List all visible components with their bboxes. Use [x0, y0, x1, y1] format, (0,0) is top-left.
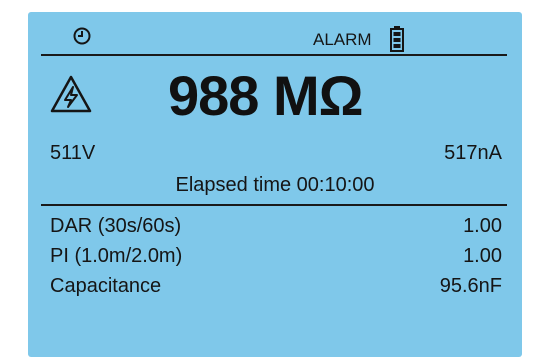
device-frame: ALARM 988 MΩ 511V 517nA Elapsed time 00:…	[0, 0, 544, 362]
resistance-reading: 988 MΩ	[168, 64, 364, 127]
result-label: DAR (30s/60s)	[50, 215, 182, 237]
status-bar: ALARM	[28, 12, 522, 54]
battery-icon	[390, 26, 404, 57]
alarm-indicator: ALARM	[313, 30, 372, 49]
elapsed-time: Elapsed time 00:10:00	[175, 174, 375, 196]
high-voltage-warning-icon	[49, 74, 93, 119]
leakage-current: 517nA	[444, 142, 502, 164]
top-divider	[41, 54, 507, 56]
lcd-screen: ALARM 988 MΩ 511V 517nA Elapsed time 00:…	[28, 12, 522, 357]
result-value: 1.00	[463, 215, 502, 237]
result-label: Capacitance	[50, 275, 162, 297]
results-divider	[41, 204, 507, 206]
result-label: PI (1.0m/2.0m)	[50, 245, 183, 267]
result-value: 95.6nF	[439, 275, 502, 297]
test-voltage: 511V	[50, 142, 96, 164]
clock-icon	[72, 26, 92, 51]
result-value: 1.00	[463, 245, 502, 267]
